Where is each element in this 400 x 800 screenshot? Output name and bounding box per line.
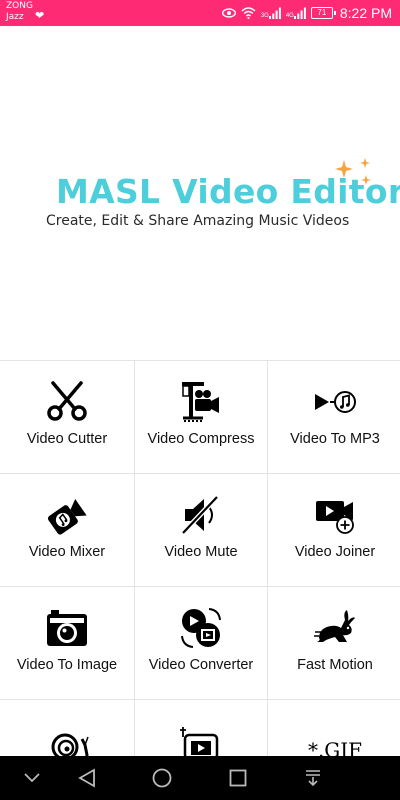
tool-label: Video Cutter [26, 431, 108, 447]
clock: 8:22 PM [339, 5, 392, 21]
video-add-icon [312, 492, 358, 538]
tool-video-cutter[interactable]: Video Cutter [0, 361, 134, 473]
tool-label: Video Converter [148, 657, 254, 673]
video-frame-icon [178, 718, 224, 758]
eye-icon [221, 8, 236, 18]
notification-drawer-icon[interactable] [302, 767, 324, 789]
system-nav-bar [0, 756, 400, 800]
carrier-name-secondary: Jazz [6, 12, 24, 22]
carrier-info: ZONG Jazz [6, 1, 33, 23]
carrier-name: ZONG [6, 1, 33, 11]
tools-grid: Video Cutter Video Compress Video To MP3… [0, 360, 400, 758]
tool-video-to-image[interactable]: Video To Image [0, 587, 134, 699]
recents-icon[interactable] [227, 767, 249, 789]
gif-icon: *.GIF [308, 718, 362, 758]
signal-icon-2: 4G [286, 7, 306, 19]
network-type-2: 4G [285, 13, 294, 19]
status-bar: ZONG Jazz ❤ 3G 4G 71 8:22 PM [0, 0, 400, 26]
camera-music-icon [44, 492, 90, 538]
chevron-down-icon[interactable] [21, 767, 43, 789]
tool-video-frame[interactable] [135, 700, 267, 758]
app-logo-title: MASL Video Editor [56, 172, 400, 211]
tool-label: Video To Image [16, 657, 118, 673]
gif-icon-text: *.GIF [307, 738, 363, 758]
compress-clamp-icon [178, 379, 224, 425]
tool-slow-motion[interactable] [0, 700, 134, 758]
back-icon[interactable] [76, 767, 98, 789]
tool-label: Video Mute [164, 544, 238, 560]
tool-label: Video Joiner [294, 544, 376, 560]
convert-film-icon [178, 605, 224, 651]
play-to-music-icon [312, 379, 358, 425]
tool-label: Fast Motion [297, 657, 373, 673]
tool-video-joiner[interactable]: Video Joiner [268, 474, 400, 586]
tool-fast-motion[interactable]: Fast Motion [268, 587, 400, 699]
network-type-1: 3G [260, 13, 269, 19]
home-icon[interactable] [151, 767, 173, 789]
tool-video-converter[interactable]: Video Converter [135, 587, 267, 699]
wifi-icon [241, 7, 256, 19]
tool-video-to-mp3[interactable]: Video To MP3 [268, 361, 400, 473]
snail-icon [44, 718, 90, 758]
tool-label: Video Mixer [28, 544, 106, 560]
tool-label: Video Compress [147, 431, 255, 447]
tool-label: Video To MP3 [290, 431, 380, 447]
battery-icon: 71 [310, 7, 336, 19]
signal-icon-1: 3G [261, 7, 281, 19]
tool-video-mixer[interactable]: Video Mixer [0, 474, 134, 586]
scissors-icon [44, 379, 90, 425]
app-logo-subtitle: Create, Edit & Share Amazing Music Video… [46, 213, 350, 229]
mute-speaker-icon [178, 492, 224, 538]
tool-video-mute[interactable]: Video Mute [135, 474, 267, 586]
photo-camera-icon [44, 605, 90, 651]
rabbit-icon [312, 605, 358, 651]
tool-video-compress[interactable]: Video Compress [135, 361, 267, 473]
tool-gif[interactable]: *.GIF [268, 700, 400, 758]
heart-icon: ❤ [35, 10, 45, 22]
